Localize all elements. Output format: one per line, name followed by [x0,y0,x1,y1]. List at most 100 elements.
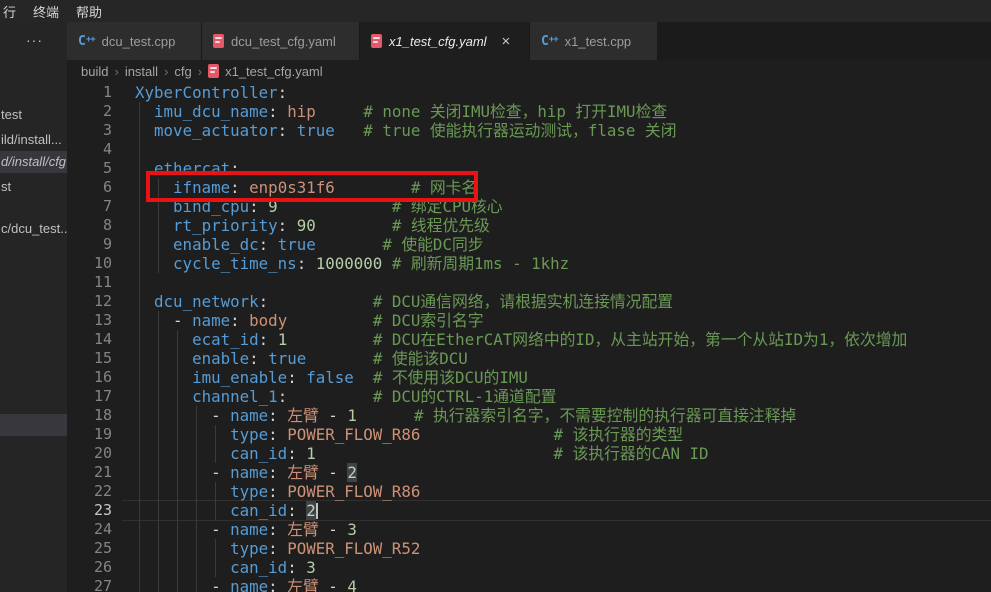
line-number[interactable]: 7 [67,197,112,216]
code-token-com: # DCU在EtherCAT网络中的ID，从主站开始，第一个从站ID为1，依次增… [373,330,908,349]
code-token-str: hip [287,102,316,121]
code-line[interactable]: ecat_id: 1 # DCU在EtherCAT网络中的ID，从主站开始，第一… [135,330,907,349]
sidebar-row[interactable]: ild/install... [0,129,67,151]
sidebar-row[interactable] [0,414,67,436]
breadcrumb-item-build[interactable]: build [81,64,108,79]
line-number[interactable]: 12 [67,292,112,311]
editor[interactable]: 1234567891011121314151617181920212223242… [67,82,991,592]
more-actions-icon[interactable]: ··· [26,32,43,48]
breadcrumb-item-cfg[interactable]: cfg [174,64,191,79]
line-number[interactable]: 13 [67,311,112,330]
code-line[interactable]: type: POWER_FLOW_R86 # 该执行器的类型 [135,425,907,444]
menu-item-行[interactable]: 行 [3,2,16,21]
sidebar-row[interactable]: d/install/cfg [0,151,67,173]
code-line[interactable]: enable: true # 使能该DCU [135,349,907,368]
line-number[interactable]: 6 [67,178,112,197]
breadcrumb-file[interactable]: x1_test_cfg.yaml [225,64,323,79]
code-line[interactable]: dcu_network: # DCU通信网络，请根据实机连接情况配置 [135,292,907,311]
code-token-plain [135,254,173,273]
tab-dcu_test_cfg.yaml[interactable]: dcu_test_cfg.yaml [202,22,360,60]
code-line[interactable]: can_id: 1 # 该执行器的CAN ID [135,444,907,463]
code-line[interactable]: type: POWER_FLOW_R86 [135,482,907,501]
code-token-key: imu_enable [192,368,287,387]
breadcrumb-item-install[interactable]: install [125,64,158,79]
line-number[interactable]: 18 [67,406,112,425]
indent-guide [158,368,159,387]
line-number[interactable]: 11 [67,273,112,292]
indent-guide [139,273,140,292]
code-token-key: XyberController [135,83,278,102]
code-token-com: # 线程优先级 [392,216,490,235]
code-token-plain [316,102,364,121]
line-number[interactable]: 16 [67,368,112,387]
code-line[interactable]: XyberController: [135,83,907,102]
line-number[interactable]: 20 [67,444,112,463]
code-line[interactable]: can_id: 3 [135,558,907,577]
code-token-plain [335,121,364,140]
code-line[interactable] [135,273,907,292]
code-line[interactable]: can_id: 2 [135,501,907,520]
line-number[interactable]: 26 [67,558,112,577]
sidebar-row[interactable]: st [0,176,67,198]
line-number[interactable]: 9 [67,235,112,254]
line-number[interactable]: 3 [67,121,112,140]
line-number[interactable]: 19 [67,425,112,444]
code-token-plain [316,216,392,235]
indent-guide [139,387,140,406]
indent-guide [139,444,140,463]
line-number[interactable]: 8 [67,216,112,235]
line-number[interactable]: 14 [67,330,112,349]
line-number[interactable]: 22 [67,482,112,501]
line-number[interactable]: 27 [67,577,112,592]
line-number[interactable]: 21 [67,463,112,482]
code-line[interactable]: - name: 左臂 - 2 [135,463,907,482]
code-token-plain: : [268,425,287,444]
code-token-plain [135,121,154,140]
indent-guide [139,216,140,235]
code-token-plain: : [278,216,297,235]
line-number[interactable]: 2 [67,102,112,121]
code-line[interactable]: - name: body # DCU索引名字 [135,311,907,330]
line-number[interactable]: 10 [67,254,112,273]
yaml-icon-line [210,67,217,69]
close-icon[interactable]: × [502,34,511,49]
menu-item-帮助[interactable]: 帮助 [76,2,102,21]
line-number[interactable]: 4 [67,140,112,159]
line-number[interactable]: 17 [67,387,112,406]
code-line[interactable]: imu_enable: false # 不使用该DCU的IMU [135,368,907,387]
line-number[interactable]: 23 [67,501,112,520]
sidebar-row[interactable]: test [0,104,67,126]
line-number[interactable]: 25 [67,539,112,558]
code-line[interactable]: move_actuator: true # true 使能执行器运动测试，fla… [135,121,907,140]
tab-x1_test_cfg.yaml[interactable]: x1_test_cfg.yaml× [360,22,530,60]
tab-x1_test.cpp[interactable]: C++x1_test.cpp [530,22,658,60]
code-line[interactable]: channel_1: # DCU的CTRL-1通道配置 [135,387,907,406]
code-line[interactable]: rt_priority: 90 # 线程优先级 [135,216,907,235]
indent-guide [139,368,140,387]
sidebar-row[interactable]: c/dcu_test... [0,218,67,240]
line-number[interactable]: 1 [67,83,112,102]
code-token-com: # 执行器索引名字，不需要控制的执行器可直接注释掉 [414,406,796,425]
code-area[interactable]: XyberController: imu_dcu_name: hip # non… [135,83,907,592]
code-token-plain: : [297,254,316,273]
code-line[interactable] [135,140,907,159]
line-number[interactable]: 5 [67,159,112,178]
indent-guide [139,330,140,349]
code-token-numhl: 2 [347,463,357,482]
code-line[interactable]: cycle_time_ns: 1000000 # 刷新周期1ms - 1khz [135,254,907,273]
code-line[interactable]: - name: 左臂 - 3 [135,520,907,539]
code-line[interactable]: - name: 左臂 - 1 # 执行器索引名字，不需要控制的执行器可直接注释掉 [135,406,907,425]
code-line[interactable]: type: POWER_FLOW_R52 [135,539,907,558]
tab-dcu_test.cpp[interactable]: C++dcu_test.cpp [67,22,202,60]
line-number[interactable]: 24 [67,520,112,539]
menu-item-终端[interactable]: 终端 [33,2,59,21]
code-line[interactable]: enable_dc: true # 使能DC同步 [135,235,907,254]
code-token-com: # true 使能执行器运动测试，flase 关闭 [363,121,676,140]
code-token-plain: : [278,121,297,140]
code-line[interactable]: - name: 左臂 - 4 [135,577,907,592]
code-line[interactable]: imu_dcu_name: hip # none 关闭IMU检查，hip 打开I… [135,102,907,121]
code-token-plain [135,368,192,387]
line-number[interactable]: 15 [67,349,112,368]
code-token-plain: - [319,520,348,539]
yaml-file-icon [371,34,382,48]
